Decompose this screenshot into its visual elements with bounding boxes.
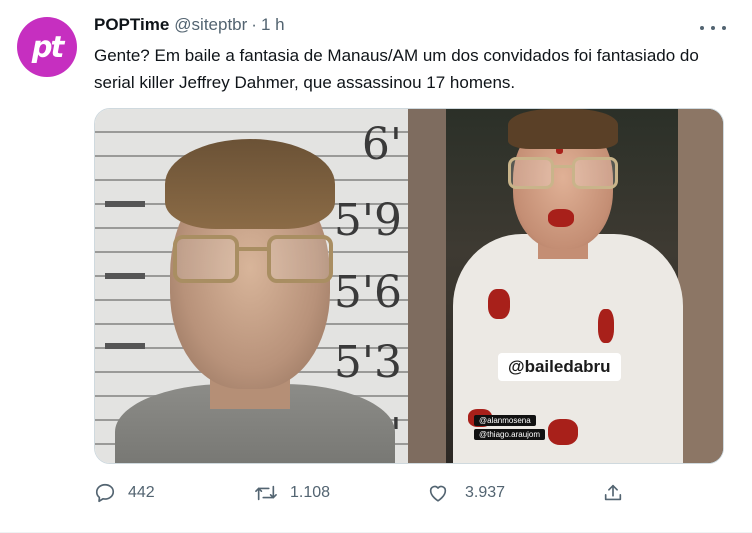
heart-icon [429, 485, 447, 502]
tweet-timestamp[interactable]: 1 h [261, 15, 285, 35]
share-icon [604, 484, 622, 501]
glasses-icon [508, 157, 618, 191]
avatar[interactable]: pt [17, 17, 77, 77]
like-button[interactable]: 3.937 [427, 480, 505, 506]
height-label: 5'3 [333, 337, 402, 388]
glasses-lens [173, 235, 239, 283]
height-label: 5'9 [333, 195, 402, 246]
retweet-button[interactable]: 1.108 [254, 480, 330, 506]
reply-icon [95, 483, 115, 503]
tweet[interactable]: pt POPTime @siteptbr · 1 h Gente? Em bai… [0, 0, 752, 533]
glasses-lens [267, 235, 333, 283]
reply-button[interactable]: 442 [94, 480, 155, 506]
user-handle[interactable]: @siteptbr [174, 15, 247, 35]
more-dot [711, 26, 715, 30]
separator-dot: · [251, 15, 257, 34]
more-dot [722, 26, 726, 30]
share-button[interactable] [602, 480, 624, 506]
like-count: 3.937 [465, 484, 506, 501]
reply-count: 442 [128, 484, 155, 501]
blood-stain [548, 209, 574, 227]
glasses-icon [173, 235, 333, 287]
figure-hair [165, 139, 335, 229]
glasses-bridge [554, 165, 572, 168]
media-photo-mugshot[interactable]: 6' 5'9 5'6 5'3 5' [95, 109, 408, 463]
blood-stain [548, 419, 578, 445]
retweet-icon [255, 485, 277, 501]
more-dot [700, 26, 704, 30]
media-photo-costume[interactable]: @bailedabru @alanmosena @thiago.araujom [408, 109, 723, 463]
story-sticker: @bailedabru [498, 353, 621, 381]
more-options-icon[interactable] [700, 18, 726, 38]
media-grid: 6' 5'9 5'6 5'3 5' [94, 108, 724, 464]
costume-hair [508, 109, 618, 149]
ruler-tick [105, 343, 145, 349]
glasses-lens [572, 157, 618, 189]
height-label: 6' [361, 119, 402, 170]
tweet-header: POPTime @siteptbr · 1 h [94, 15, 285, 39]
ruler-tick [105, 273, 145, 279]
blood-stain [598, 309, 614, 343]
tweet-actions: 442 1.108 3.937 [94, 480, 634, 506]
height-label: 5'6 [333, 267, 402, 318]
blood-stain [488, 289, 510, 319]
display-name[interactable]: POPTime [94, 15, 169, 35]
story-mention: @alanmosena [474, 415, 536, 426]
tweet-text: Gente? Em baile a fantasia de Manaus/AM … [94, 46, 699, 92]
story-frame-edge [678, 109, 723, 463]
glasses-bridge [239, 247, 267, 251]
story-mention: @thiago.araujom [474, 429, 546, 440]
story-frame-edge [408, 109, 446, 463]
glasses-lens [508, 157, 554, 189]
avatar-logo: pt [31, 30, 65, 64]
retweet-count: 1.108 [290, 484, 331, 501]
ruler-tick [105, 201, 145, 207]
